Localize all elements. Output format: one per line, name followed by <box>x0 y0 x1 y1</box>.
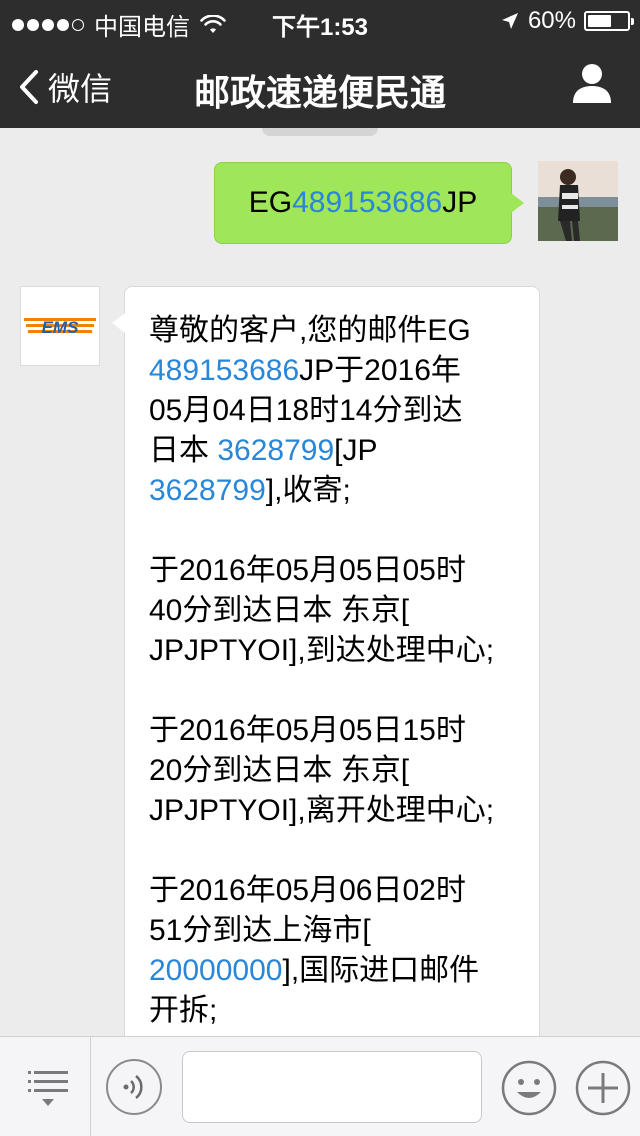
message-line: 于2016年05月05日15时 <box>149 714 466 747</box>
postcode-link[interactable]: 3628799 <box>217 434 334 467</box>
message-line: JPJPTYOI],到达处理中心; <box>149 634 495 667</box>
emoji-icon <box>501 1060 557 1116</box>
tracking-number-link[interactable]: 489153686 <box>149 354 299 387</box>
message-line: 于2016年05月05日05时 <box>149 554 466 587</box>
chat-area[interactable]: EG 489153686 JP EMS 尊敬的客户,您的邮件EG 489153686… <box>0 128 640 1036</box>
status-bar: 中国电信 下午1:53 60% <box>0 0 640 41</box>
postcode-link[interactable]: 3628799 <box>149 474 266 507</box>
message-line: 05月04日18时14分到达 <box>149 394 463 427</box>
input-bar <box>0 1036 640 1136</box>
message-line: 3628799],收寄; <box>149 474 351 507</box>
message-line: 40分到达日本 东京[ <box>149 594 410 627</box>
page-title: 邮政速递便民通 <box>193 72 446 113</box>
message-line: 51分到达上海市[ <box>149 914 371 947</box>
emoji-button[interactable] <box>500 1059 558 1117</box>
location-arrow-icon <box>501 13 518 29</box>
battery-level <box>588 15 611 27</box>
timestamp-pill <box>262 128 378 136</box>
message-line: JPJPTYOI],离开处理中心; <box>149 794 495 827</box>
message-line: 日本 3628799[JP <box>149 434 378 467</box>
message-line: 20000000],国际进口邮件 <box>149 954 480 987</box>
user-avatar-image <box>538 161 618 241</box>
message-line: 20分到达日本 东京[ <box>149 754 410 787</box>
ems-logo-icon: EMS <box>24 318 96 337</box>
tracking-number-link[interactable]: 489153686 <box>292 186 442 220</box>
message-line: 489153686JP于2016年 <box>149 354 461 387</box>
message-input[interactable] <box>182 1051 482 1123</box>
outgoing-message-bubble[interactable]: EG 489153686 JP <box>214 162 524 244</box>
message-line: 尊敬的客户,您的邮件EG <box>149 314 471 347</box>
tracking-suffix: JP <box>442 186 478 219</box>
incoming-message-bubble[interactable]: 尊敬的客户,您的邮件EG 489153686JP于2016年 05月04日18时… <box>112 286 540 1036</box>
person-icon <box>573 64 611 103</box>
plus-icon <box>575 1060 631 1116</box>
ems-avatar[interactable]: EMS <box>20 286 100 366</box>
voice-icon <box>123 1075 143 1099</box>
postcode-link[interactable]: 20000000 <box>149 954 282 987</box>
nav-bar: 微信 邮政速递便民通 <box>0 40 640 128</box>
voice-button[interactable] <box>106 1059 162 1115</box>
message-line: 于2016年05月06日02时 <box>149 874 466 907</box>
battery-percent: 60% <box>527 7 576 34</box>
message-line: 开拆; <box>149 994 218 1027</box>
profile-button[interactable] <box>572 62 612 109</box>
menu-toggle-button[interactable] <box>20 1059 76 1115</box>
ems-logo-text: EMS <box>42 318 80 337</box>
battery-icon <box>584 11 634 31</box>
tracking-prefix: EG <box>248 186 293 219</box>
divider <box>90 1037 91 1136</box>
user-avatar[interactable] <box>538 161 618 241</box>
more-button[interactable] <box>574 1059 632 1117</box>
status-right: 60% <box>500 7 634 35</box>
list-menu-icon <box>28 1071 68 1106</box>
